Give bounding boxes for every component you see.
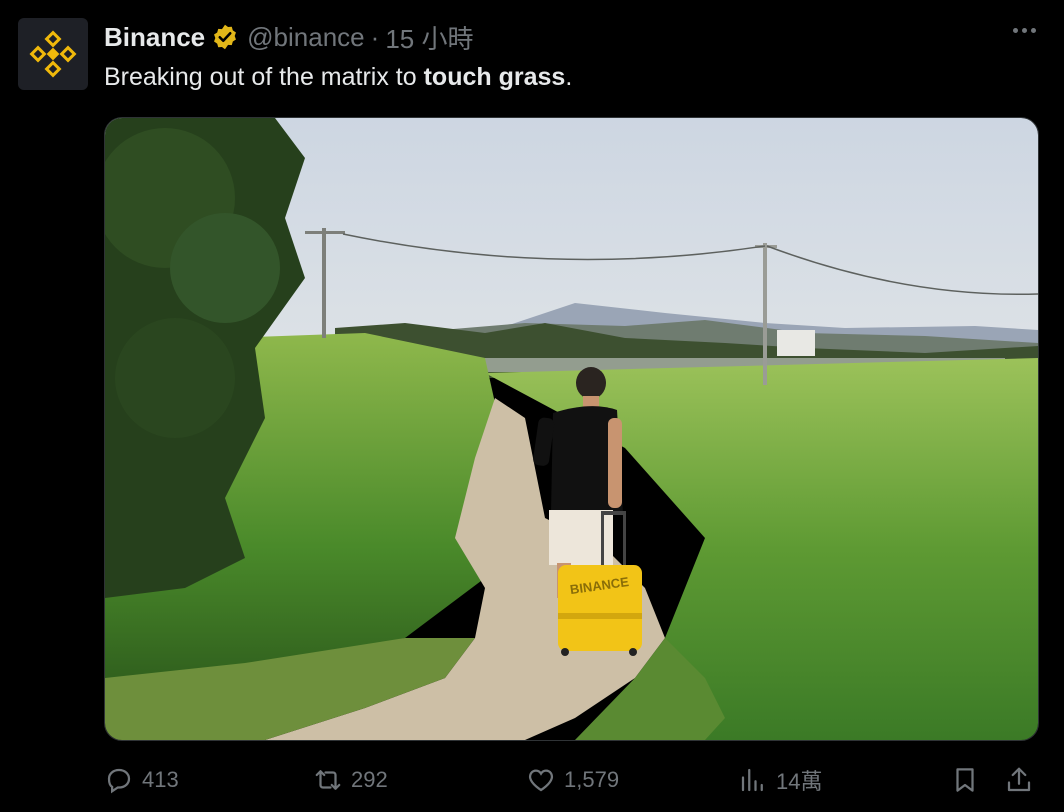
view-count: 14萬	[776, 769, 823, 794]
avatar[interactable]	[18, 18, 88, 90]
bookmark-button[interactable]	[950, 762, 980, 798]
like-button[interactable]: 1,579	[526, 762, 619, 798]
repost-icon	[315, 770, 341, 790]
tweet-text: Breaking out of the matrix to touch gras…	[104, 60, 572, 94]
more-options-icon[interactable]	[1013, 28, 1036, 33]
repost-count: 292	[351, 767, 388, 792]
like-icon	[528, 769, 554, 792]
reply-count: 413	[142, 767, 179, 792]
like-count: 1,579	[564, 767, 620, 792]
share-button[interactable]	[1004, 762, 1034, 798]
tweet-actions: 413 292 1,579 14萬	[104, 762, 1036, 798]
tweet-photo[interactable]: BINANCE	[104, 117, 1039, 741]
author-handle[interactable]: @binance	[247, 22, 364, 53]
share-icon	[1007, 767, 1031, 792]
views-button[interactable]: 14萬	[738, 762, 822, 798]
tweet-text-suffix: .	[565, 63, 573, 91]
timestamp[interactable]: 15 小時	[385, 19, 473, 56]
tweet-text-prefix: Breaking out of the matrix to	[104, 63, 424, 91]
tweet-text-bold: touch grass	[423, 63, 566, 91]
reply-button[interactable]: 413	[104, 762, 179, 798]
author-name[interactable]: Binance	[104, 22, 205, 53]
repost-button[interactable]: 292	[313, 762, 388, 798]
bookmark-icon	[956, 768, 974, 792]
verified-badge-icon[interactable]	[211, 23, 239, 51]
reply-icon	[107, 768, 131, 794]
tweet-header: Binance @binance · 15 小時	[104, 20, 473, 54]
views-icon	[741, 768, 763, 792]
binance-logo-icon	[29, 30, 77, 78]
separator-dot: ·	[370, 21, 380, 52]
